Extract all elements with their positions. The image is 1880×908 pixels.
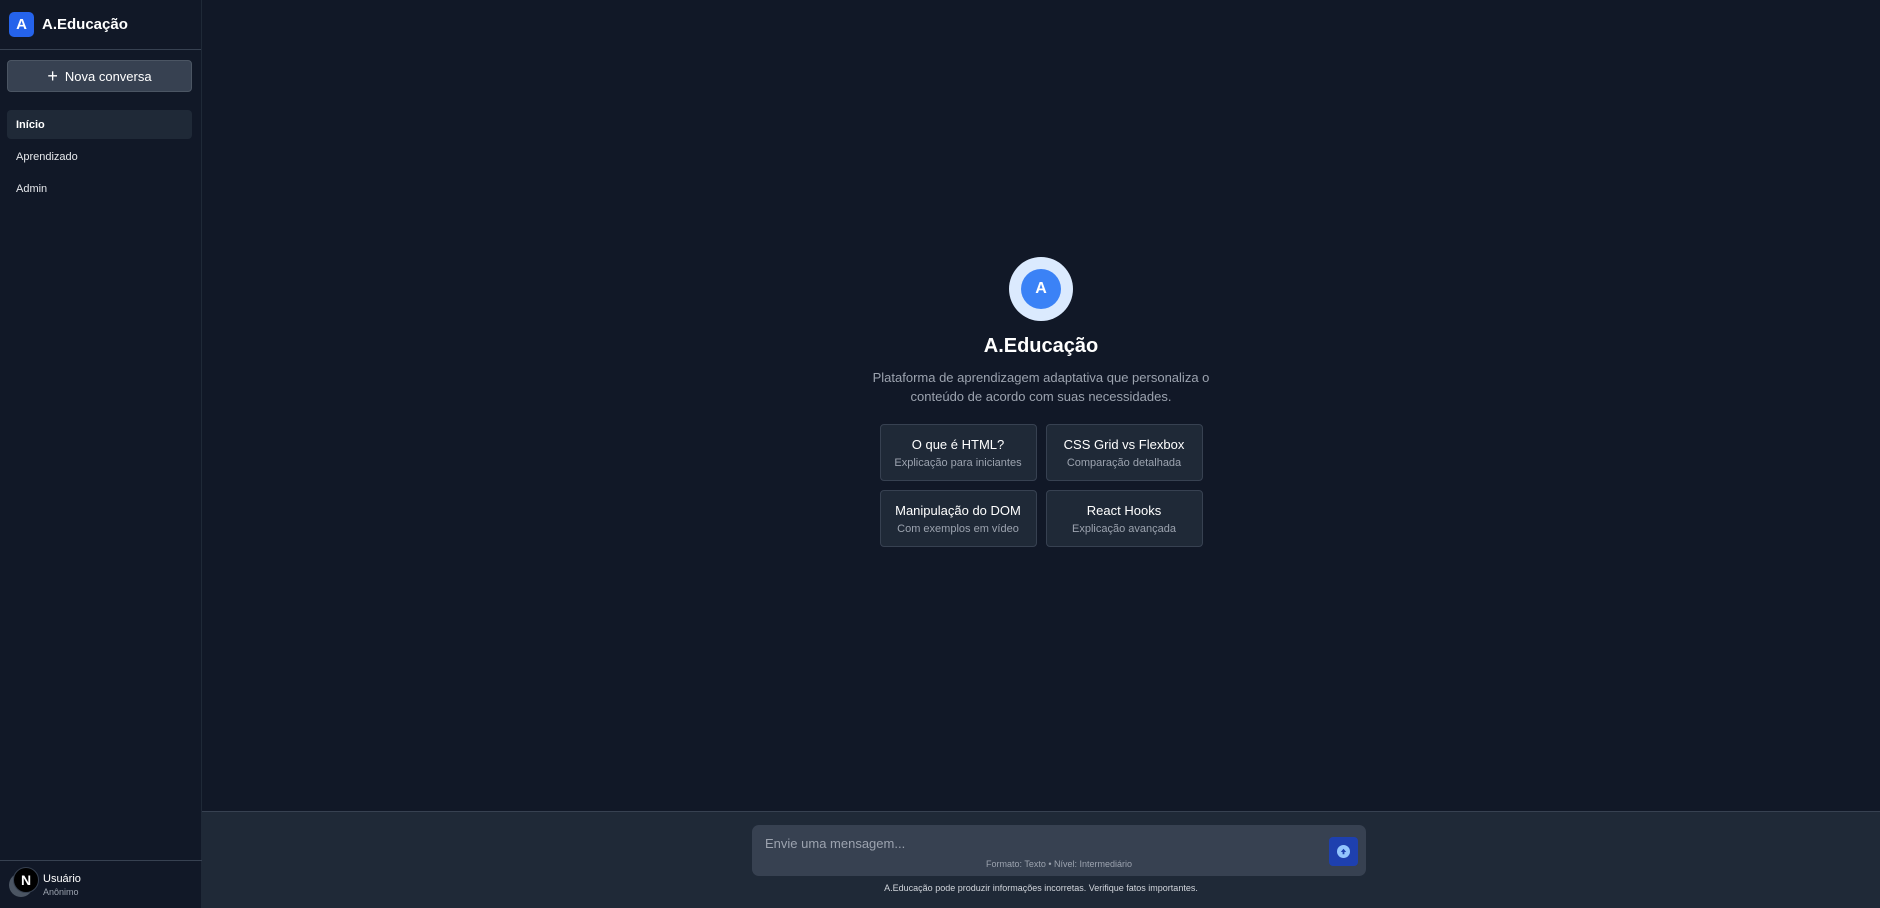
sidebar-item-label: Início — [16, 118, 45, 131]
message-input[interactable] — [765, 833, 1305, 853]
new-chat-label: Nova conversa — [64, 68, 152, 84]
send-icon — [1337, 845, 1350, 858]
suggestion-card-dom[interactable]: Manipulação do DOM Com exemplos em vídeo — [879, 490, 1037, 547]
app-window: A A.Educação + Nova conversa Início Apre… — [0, 0, 1880, 908]
card-subtitle: Com exemplos em vídeo — [897, 522, 1019, 535]
sidebar-item-label: Admin — [16, 182, 48, 195]
card-title: O que é HTML? — [911, 436, 1005, 452]
plus-icon: + — [47, 66, 58, 86]
hero-logo: A — [1009, 257, 1073, 321]
sidebar-nav: Início Aprendizado Admin — [7, 110, 192, 206]
brand-logo[interactable]: A — [9, 12, 34, 37]
main-content: A A.Educação Plataforma de aprendizagem … — [202, 0, 1880, 908]
card-title: Manipulação do DOM — [895, 502, 1021, 518]
disclaimer-text: A.Educação pode produzir informações inc… — [884, 883, 1198, 893]
suggestion-cards: O que é HTML? Explicação para iniciantes… — [879, 424, 1203, 547]
card-subtitle: Comparação detalhada — [1066, 456, 1182, 469]
send-button[interactable] — [1329, 837, 1358, 866]
user-profile[interactable]: N Usuário Anônimo — [0, 860, 202, 908]
card-subtitle: Explicação avançada — [1072, 522, 1176, 535]
message-composer: Formato: Texto • Nível: Intermediário A.… — [202, 811, 1880, 908]
format-level-info: Formato: Texto • Nível: Intermediário — [985, 859, 1133, 869]
card-title: CSS Grid vs Flexbox — [1063, 436, 1185, 452]
new-chat-button[interactable]: + Nova conversa — [7, 60, 192, 92]
sidebar-item-inicio[interactable]: Início — [7, 110, 192, 139]
suggestion-card-html[interactable]: O que é HTML? Explicação para iniciantes — [879, 424, 1037, 481]
welcome-hero: A A.Educação Plataforma de aprendizagem … — [202, 257, 1880, 547]
user-status: Anônimo — [43, 886, 79, 897]
brand-name[interactable]: A.Educação — [42, 16, 128, 33]
card-title: React Hooks — [1086, 502, 1162, 518]
sidebar-item-aprendizado[interactable]: Aprendizado — [7, 142, 192, 171]
suggestion-card-css-grid[interactable]: CSS Grid vs Flexbox Comparação detalhada — [1045, 424, 1203, 481]
hero-logo-letter: A — [1021, 269, 1061, 309]
card-subtitle: Explicação para iniciantes — [894, 456, 1022, 469]
user-info: Usuário Anônimo — [43, 873, 81, 897]
sidebar-item-admin[interactable]: Admin — [7, 174, 192, 203]
user-badge-icon[interactable]: N — [13, 866, 39, 893]
sidebar-item-label: Aprendizado — [16, 150, 78, 163]
brand-header: A A.Educação — [0, 0, 201, 50]
message-input-box[interactable]: Formato: Texto • Nível: Intermediário — [752, 825, 1366, 876]
hero-title: A.Educação — [983, 335, 1099, 357]
suggestion-card-react-hooks[interactable]: React Hooks Explicação avançada — [1045, 490, 1203, 547]
user-name: Usuário — [43, 872, 81, 885]
hero-description: Plataforma de aprendizagem adaptativa qu… — [872, 370, 1210, 404]
avatar[interactable]: N — [9, 866, 39, 897]
sidebar: A A.Educação + Nova conversa Início Apre… — [0, 0, 202, 908]
